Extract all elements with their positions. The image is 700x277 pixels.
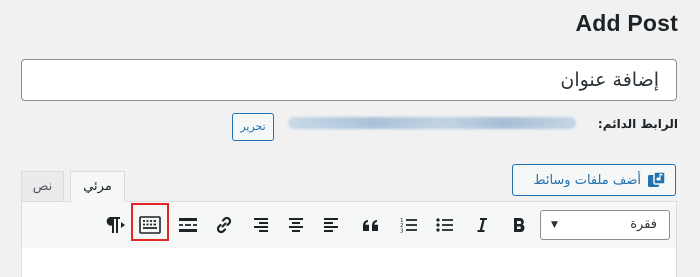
add-media-button[interactable]: أضف ملفات وسائط [512,164,676,196]
link-icon [216,216,232,234]
align-left-icon [324,218,338,232]
highlight-box [131,203,169,241]
bulleted-list-button[interactable] [432,212,458,238]
read-more-icon [179,218,197,232]
bold-icon [514,217,525,232]
align-right-icon [254,218,268,232]
italic-button[interactable] [469,212,495,238]
italic-icon [477,218,487,232]
pilcrow-icon [106,217,125,233]
page-title: Add Post [575,10,678,36]
bulleted-list-icon [436,218,453,232]
align-left-button[interactable] [319,212,345,238]
blockquote-button[interactable] [358,212,384,238]
paragraph-direction-button[interactable] [102,212,128,238]
permalink-url[interactable] [288,117,576,129]
numbered-list-button[interactable]: 1 2 3 [396,212,422,238]
numbered-list-icon: 1 2 3 [400,218,417,234]
align-center-button[interactable] [283,212,309,238]
align-right-button[interactable] [247,212,273,238]
tab-text[interactable]: نص [21,171,64,202]
media-icon [648,171,666,187]
chevron-down-icon: ▼ [551,220,558,230]
format-select[interactable]: فقرة ▼ [540,210,670,240]
quote-icon [363,220,378,231]
permalink-label: الرابط الدائم: [597,117,678,131]
add-media-label: أضف ملفات وسائط [533,172,641,188]
insert-link-button[interactable] [211,212,237,238]
svg-text:3: 3 [400,229,404,234]
bold-button[interactable] [506,212,532,238]
edit-permalink-button[interactable]: تحرير [232,113,274,141]
read-more-button[interactable] [175,212,201,238]
tab-visual[interactable]: مرئي [70,171,125,202]
align-center-icon [289,218,303,232]
editor-content-area[interactable] [21,248,677,277]
post-title-input[interactable]: إضافة عنوان [21,59,677,101]
format-select-value: فقرة [630,217,657,232]
